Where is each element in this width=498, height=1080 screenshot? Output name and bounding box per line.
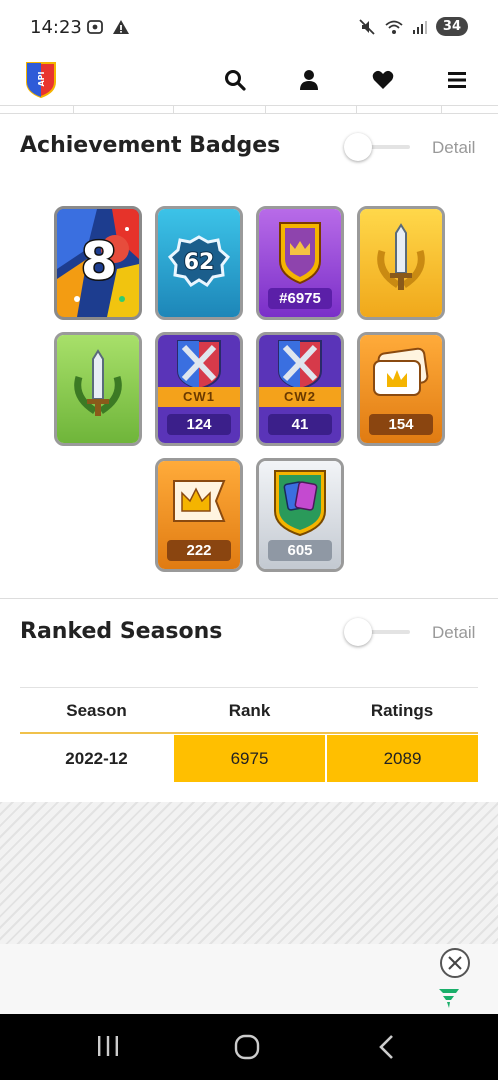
app-header: API (0, 58, 498, 106)
years-played-badge-icon: 8 (57, 209, 139, 317)
system-nav-bar (0, 1014, 498, 1080)
achievements-title: Achievement Badges (20, 133, 281, 158)
badge-crown-flag[interactable]: 222 (155, 458, 243, 572)
table-row: 2022-12 6975 2089 (20, 735, 478, 782)
badge-clan-war-1-count: 124 (167, 414, 231, 435)
cell-rank: 6975 (174, 735, 325, 782)
badge-level-value: 62 (184, 250, 215, 275)
column-header-season: Season (66, 701, 127, 720)
column-header-rank: Rank (228, 701, 271, 720)
cell-season: 2022-12 (65, 749, 128, 768)
green-sword-laurel-icon (57, 335, 139, 443)
signal-icon (412, 20, 427, 34)
badge-gold-sword[interactable] (357, 206, 445, 320)
close-icon (448, 956, 462, 970)
tab-strip (0, 106, 498, 114)
badge-years-value: 8 (81, 232, 117, 292)
ad-banner (0, 944, 498, 1014)
badge-clan-war-1-tag: CW1 (183, 389, 215, 404)
badge-ranked[interactable]: #6975 (256, 206, 344, 320)
status-bar: 14:23 34 (0, 0, 498, 58)
search-button[interactable] (221, 66, 249, 94)
badge-level[interactable]: 62 (155, 206, 243, 320)
badge-clan-war-2-tag: CW2 (284, 389, 316, 404)
ad-provider-icon[interactable] (437, 986, 461, 1010)
status-right-icons: 34 (358, 17, 468, 36)
badge-ranked-count: #6975 (268, 288, 332, 309)
status-left-icons (86, 18, 130, 36)
ranked-title: Ranked Seasons (20, 619, 223, 644)
logo-text: API (37, 71, 46, 86)
achievements-detail-toggle[interactable] (344, 132, 410, 162)
badge-grid: 8 62 #6975 CW1 124 CW2 41 154 222 605 (54, 206, 445, 572)
badge-green-sword[interactable] (54, 332, 142, 446)
search-icon (225, 70, 246, 91)
mute-icon (359, 18, 375, 35)
back-icon[interactable] (377, 1034, 395, 1060)
ranked-detail-toggle[interactable] (344, 617, 410, 647)
badge-clan-war-2[interactable]: CW2 41 (256, 332, 344, 446)
badge-crown-flag-count: 222 (167, 540, 231, 561)
screenshot-icon (87, 20, 103, 34)
ad-placeholder (0, 802, 498, 944)
user-icon (300, 70, 318, 90)
wifi-icon (385, 20, 403, 34)
badge-card-collection-count: 605 (268, 540, 332, 561)
heart-icon (372, 70, 394, 89)
badge-clan-war-2-count: 41 (268, 414, 332, 435)
ranked-detail-label: Detail (432, 623, 476, 642)
badge-years-played[interactable]: 8 (54, 206, 142, 320)
badge-clan-war-1[interactable]: CW1 124 (155, 332, 243, 446)
recent-apps-icon[interactable] (97, 1034, 119, 1058)
site-logo[interactable]: API (24, 60, 58, 98)
badge-crown-cards-count: 154 (369, 414, 433, 435)
profile-button[interactable] (295, 66, 323, 94)
level-badge-icon: 62 (158, 209, 240, 317)
ad-close-button[interactable] (440, 948, 470, 978)
column-header-ratings: Ratings (370, 701, 434, 720)
status-time: 14:23 (30, 17, 82, 38)
achievements-detail-label: Detail (432, 138, 476, 157)
menu-button[interactable] (443, 66, 471, 94)
battery-indicator: 34 (435, 17, 468, 36)
favorites-button[interactable] (369, 66, 397, 94)
hamburger-menu-icon (448, 72, 466, 88)
badge-crown-cards[interactable]: 154 (357, 332, 445, 446)
badge-card-collection[interactable]: 605 (256, 458, 344, 572)
cell-rating: 2089 (327, 735, 478, 782)
home-icon[interactable] (234, 1034, 260, 1060)
gold-sword-laurel-icon (360, 209, 442, 317)
section-divider (0, 598, 498, 599)
table-header: Season Rank Ratings (20, 687, 478, 734)
warning-icon (113, 20, 129, 34)
